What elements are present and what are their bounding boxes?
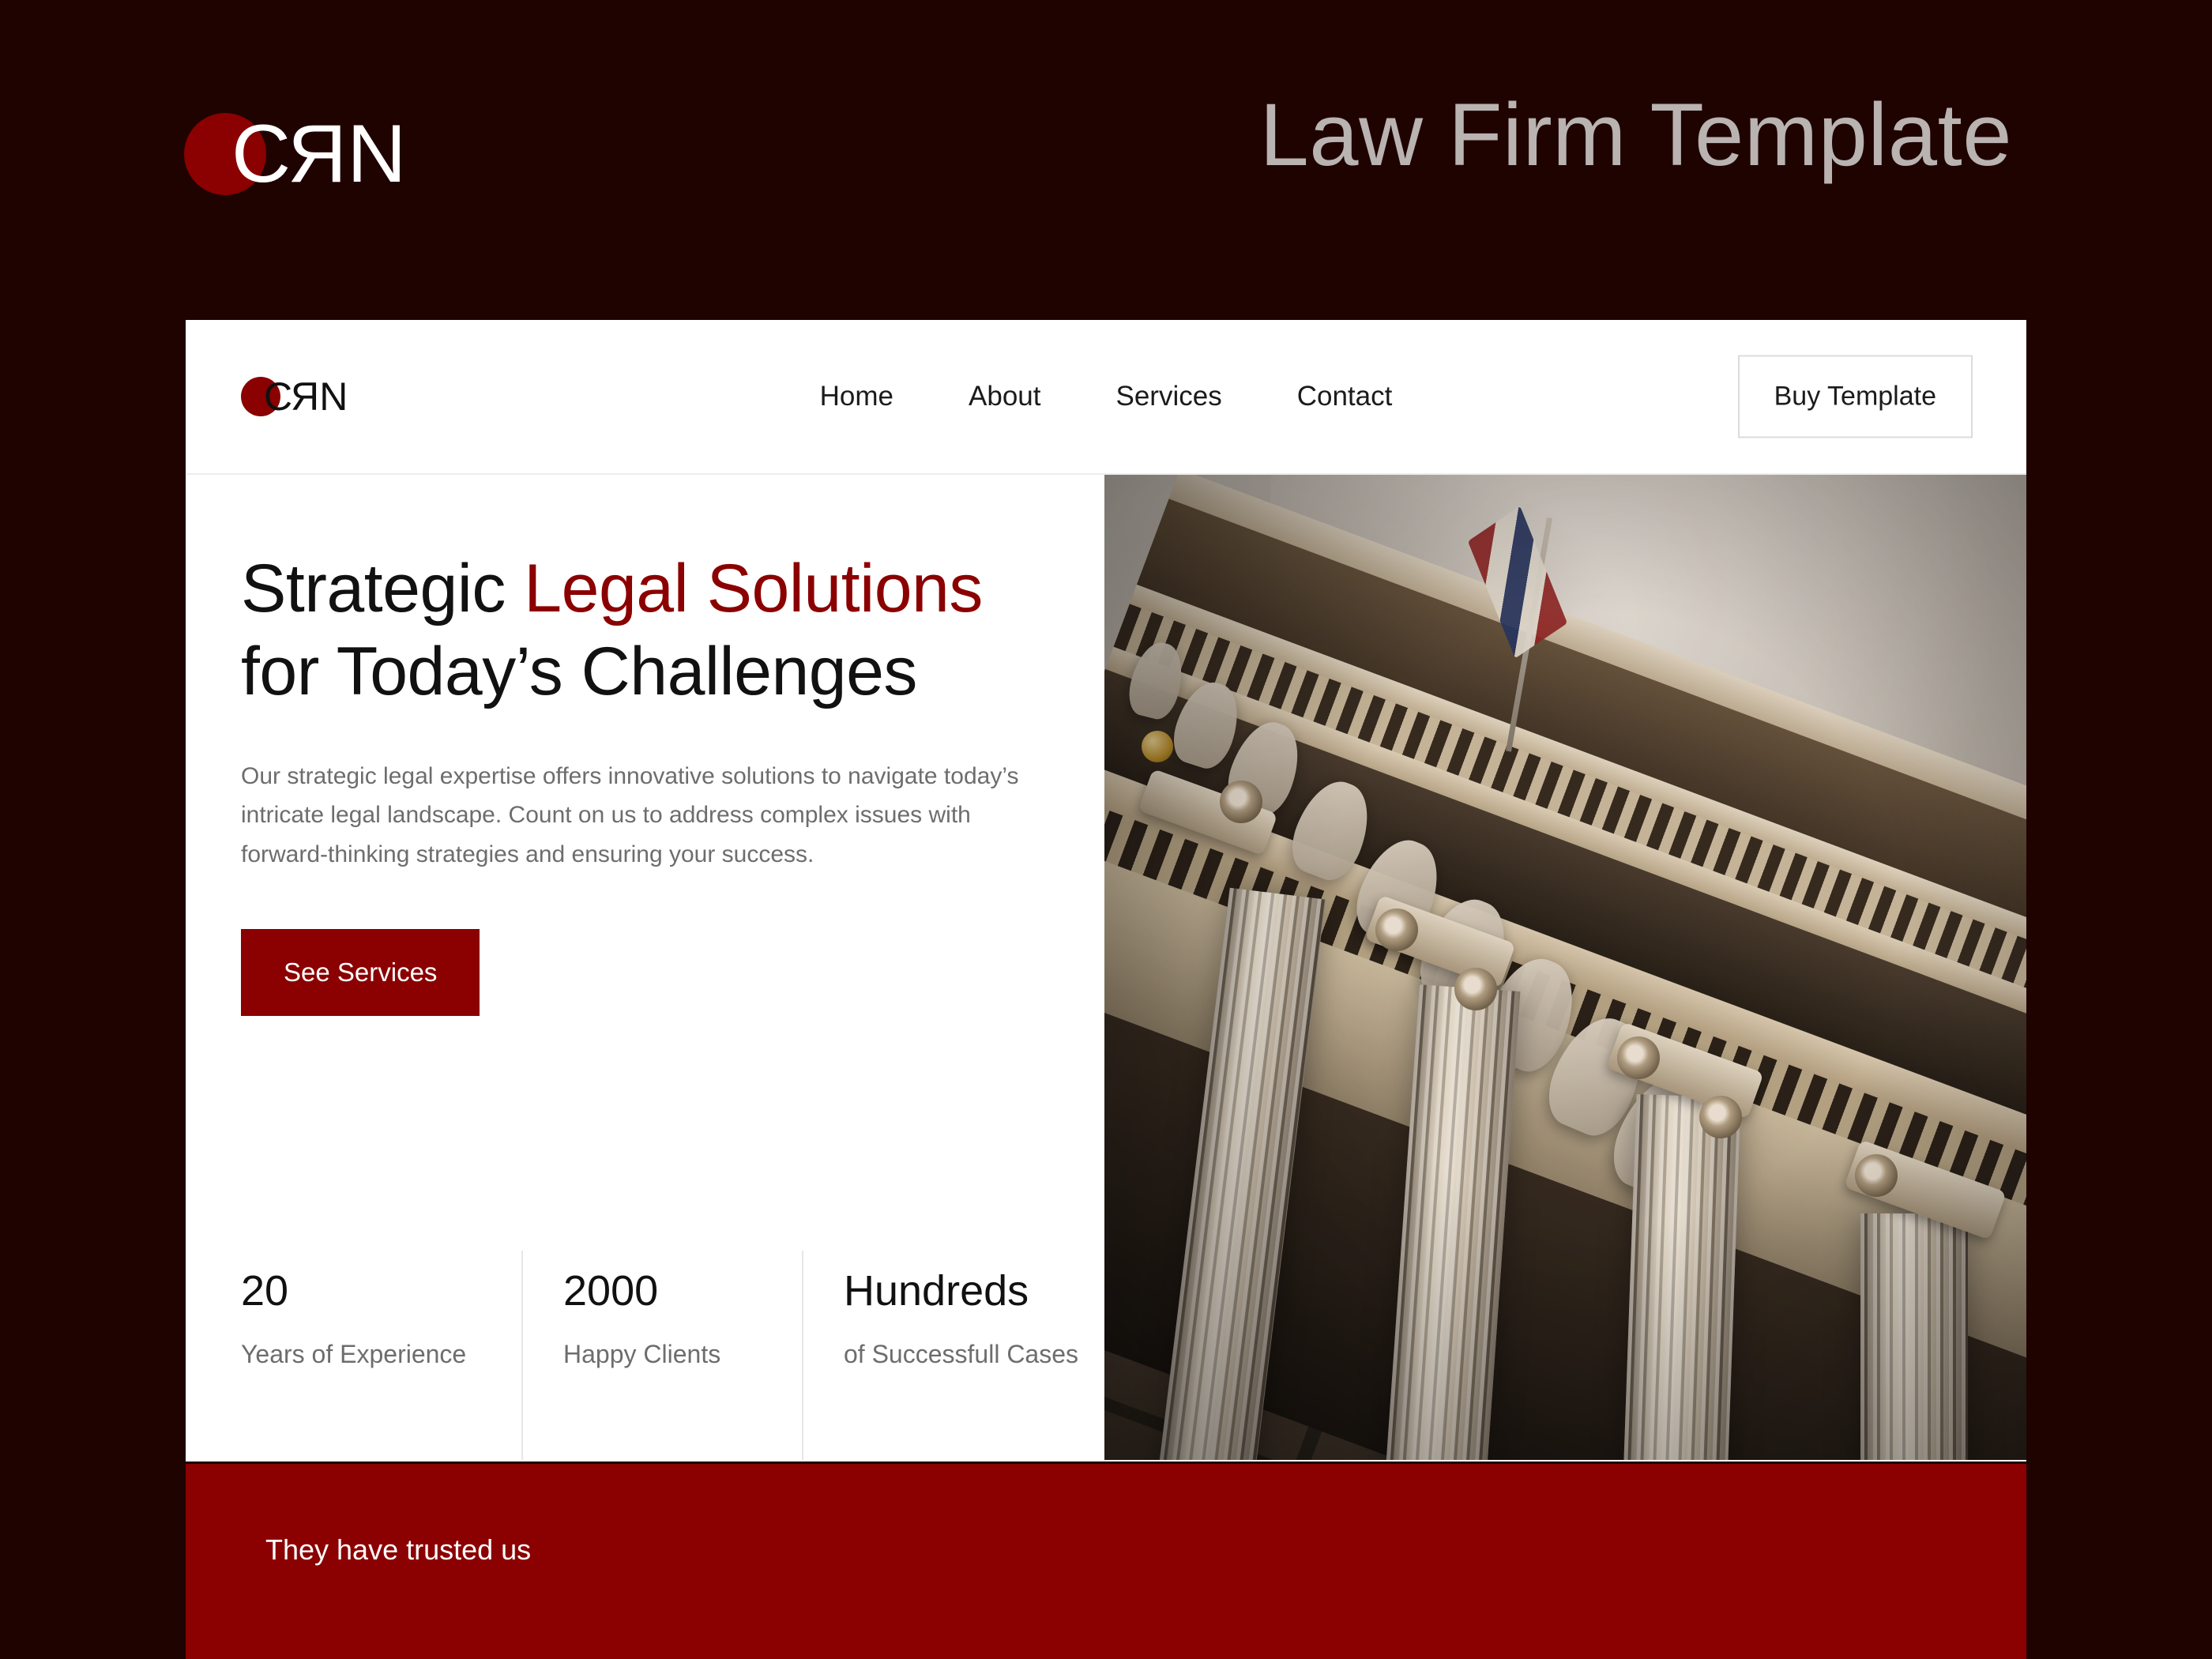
nav-item-services[interactable]: Services bbox=[1116, 381, 1222, 412]
stat-value: 2000 bbox=[563, 1267, 659, 1315]
stat-item: 20 Years of Experience bbox=[241, 1251, 521, 1460]
vignette-overlay bbox=[1104, 475, 2026, 1460]
courthouse-photo bbox=[1104, 475, 2026, 1460]
stat-item: Hundreds of Successfull Cases bbox=[802, 1251, 1104, 1460]
headline-accent: Legal Solutions bbox=[524, 551, 983, 626]
site-logo-letter-r-mirrored: R bbox=[292, 374, 320, 419]
hero-content: Strategic Legal Solutions for Today’s Ch… bbox=[186, 475, 1104, 1460]
nav-item-contact[interactable]: Contact bbox=[1297, 381, 1393, 412]
presentation-title: Law Firm Template bbox=[1259, 85, 2012, 184]
stat-label: of Successfull Cases bbox=[844, 1340, 1079, 1369]
site-logo-letter-n: N bbox=[319, 374, 348, 419]
stat-item: 2000 Happy Clients bbox=[521, 1251, 802, 1460]
nav-item-home[interactable]: Home bbox=[820, 381, 893, 412]
hero-image bbox=[1104, 475, 2026, 1460]
stat-label: Happy Clients bbox=[563, 1340, 721, 1369]
logo-letter-c: C bbox=[231, 108, 291, 200]
hero-copy: Strategic Legal Solutions for Today’s Ch… bbox=[241, 547, 1063, 1017]
headline-part-1: Strategic bbox=[241, 551, 525, 626]
site-logo-letter-c: C bbox=[264, 374, 292, 419]
primary-navigation: Home About Services Contact bbox=[820, 381, 1393, 412]
trusted-band: They have trusted us bbox=[186, 1464, 2026, 1659]
logo-wordmark: CRN bbox=[231, 108, 406, 200]
buy-template-button[interactable]: Buy Template bbox=[1737, 355, 1973, 438]
website-preview-card: CRN Home About Services Contact Buy Temp… bbox=[186, 320, 2026, 1462]
stats-row: 20 Years of Experience 2000 Happy Client… bbox=[241, 1251, 1104, 1460]
nav-item-about[interactable]: About bbox=[969, 381, 1040, 412]
logo-letter-r-mirrored: R bbox=[289, 108, 348, 200]
hero-section: Strategic Legal Solutions for Today’s Ch… bbox=[186, 475, 2026, 1460]
presentation-logo: CRN bbox=[184, 108, 406, 200]
stat-value: Hundreds bbox=[844, 1267, 1029, 1315]
site-logo-wordmark: CRN bbox=[264, 374, 348, 419]
headline-part-2: for Today’s Challenges bbox=[241, 633, 917, 709]
presentation-header: CRN Law Firm Template bbox=[0, 0, 2212, 320]
site-header: CRN Home About Services Contact Buy Temp… bbox=[186, 320, 2026, 475]
see-services-button[interactable]: See Services bbox=[241, 929, 480, 1017]
trusted-label: They have trusted us bbox=[265, 1533, 532, 1566]
stat-label: Years of Experience bbox=[241, 1340, 467, 1369]
site-logo[interactable]: CRN bbox=[241, 374, 348, 419]
logo-letter-n: N bbox=[347, 108, 406, 200]
hero-headline: Strategic Legal Solutions for Today’s Ch… bbox=[241, 547, 1063, 713]
stat-value: 20 bbox=[241, 1267, 289, 1315]
hero-paragraph: Our strategic legal expertise offers inn… bbox=[241, 762, 1019, 867]
presentation-canvas: CRN Law Firm Template CRN Home About Ser… bbox=[0, 0, 2212, 1659]
